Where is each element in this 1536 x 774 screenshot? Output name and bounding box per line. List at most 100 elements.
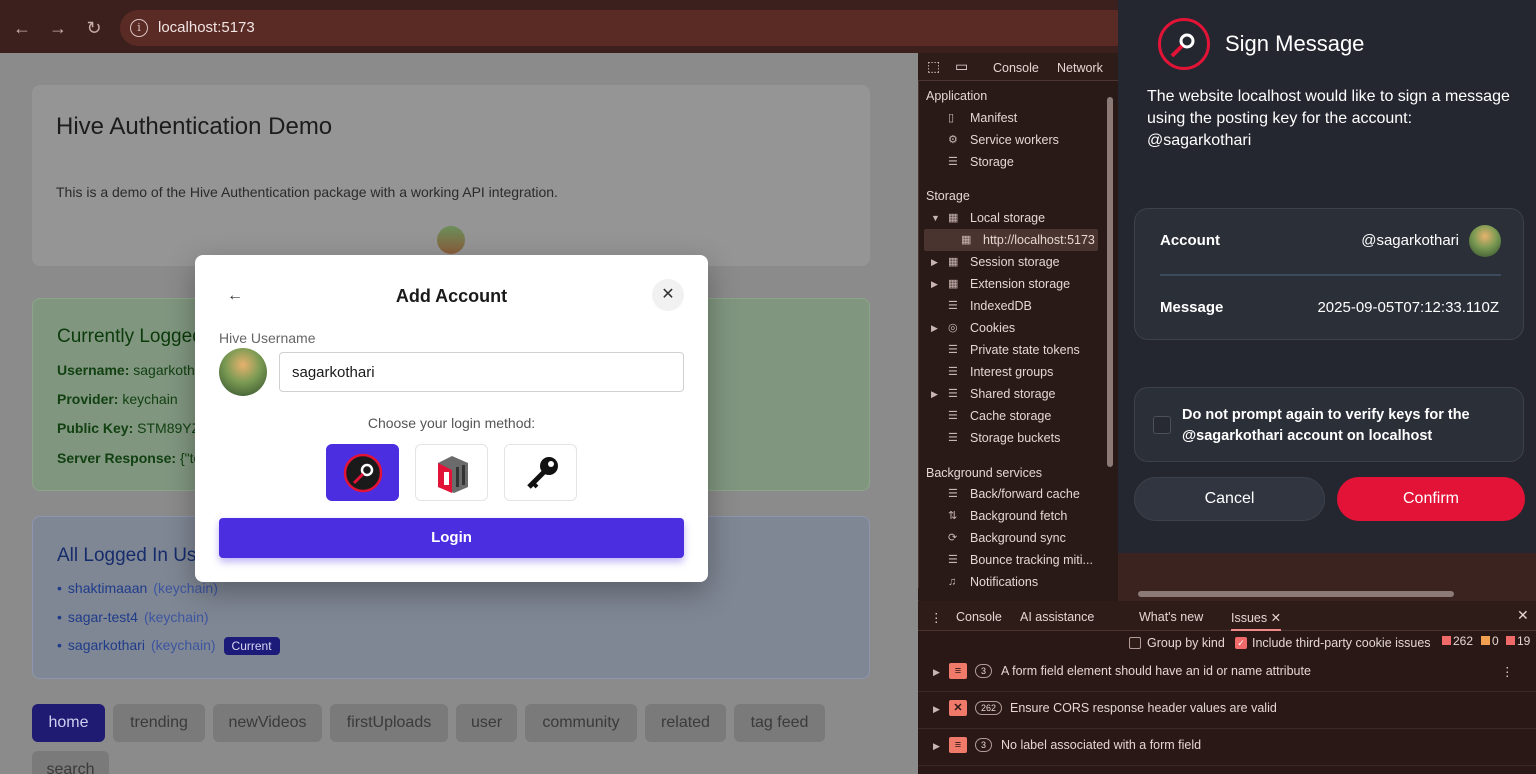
divider <box>1160 274 1501 276</box>
no-prompt-checkbox[interactable] <box>1153 416 1171 434</box>
list-item[interactable]: • sagarkothari (keychain) Current <box>57 637 280 655</box>
sidebar-item-background-fetch[interactable]: Background fetch <box>970 509 1067 523</box>
arrows-icon: ⇅ <box>948 510 958 522</box>
database-icon: ☰ <box>948 156 958 168</box>
sidebar-item-local-storage[interactable]: Local storage <box>970 211 1045 225</box>
sidebar-item-bounce-tracking[interactable]: Bounce tracking miti... <box>970 553 1093 567</box>
sidebar-item-bfcache[interactable]: Back/forward cache <box>970 487 1080 501</box>
inspect-icon[interactable]: ⬚ <box>927 58 940 75</box>
database-icon: ☰ <box>948 488 958 500</box>
horizontal-scrollbar[interactable] <box>918 588 1454 600</box>
more-icon[interactable]: ⋮ <box>1501 664 1514 679</box>
info-count: 19 <box>1506 634 1530 648</box>
application-heading: Application <box>926 89 988 103</box>
sidebar-item-cookies[interactable]: Cookies <box>970 321 1015 335</box>
group-by-kind-checkbox[interactable] <box>1129 637 1141 649</box>
tab-network[interactable]: Network <box>1057 61 1103 75</box>
database-icon: ☰ <box>948 344 958 356</box>
tab-tag-feed[interactable]: tag feed <box>734 704 825 742</box>
tab-search[interactable]: search <box>32 751 109 774</box>
issue-count: 3 <box>975 738 993 752</box>
close-button[interactable]: ✕ <box>652 279 684 311</box>
expand-arrow-icon[interactable]: ▶ <box>933 704 940 715</box>
sidebar-item-interest-groups[interactable]: Interest groups <box>970 365 1053 379</box>
sidebar-item-storage-buckets[interactable]: Storage buckets <box>970 431 1060 445</box>
table-icon: ▦ <box>948 212 959 224</box>
more-icon[interactable]: ⋮ <box>930 610 943 625</box>
collapsed-arrow-icon[interactable]: ▶ <box>931 257 938 268</box>
no-prompt-label: Do not prompt again to verify keys for t… <box>1182 407 1470 444</box>
tab-newvideos[interactable]: newVideos <box>213 704 322 742</box>
message-value: 2025-09-05T07:12:33.110Z <box>1317 299 1499 316</box>
sidebar-item-indexeddb[interactable]: IndexedDB <box>970 299 1032 313</box>
drawer-tab-whats-new[interactable]: What's new <box>1139 610 1203 624</box>
sidebar-item-service-workers[interactable]: Service workers <box>970 133 1059 147</box>
avatar[interactable] <box>437 226 465 254</box>
address-bar[interactable]: i localhost:5173 <box>120 10 1120 46</box>
database-icon: ☰ <box>948 366 958 378</box>
cancel-button[interactable]: Cancel <box>1134 477 1325 521</box>
file-icon: ▯ <box>948 112 955 124</box>
scrollbar-thumb[interactable] <box>1138 591 1454 597</box>
device-toolbar-icon[interactable]: ▭ <box>955 58 968 75</box>
sidebar-item-background-sync[interactable]: Background sync <box>970 531 1066 545</box>
drawer-tab-console[interactable]: Console <box>956 610 1002 624</box>
background-services-heading: Background services <box>926 466 1043 480</box>
username-label: Hive Username <box>219 330 316 346</box>
database-icon: ☰ <box>948 432 958 444</box>
issue-text: A form field element should have an id o… <box>1001 664 1311 678</box>
site-info-icon[interactable]: i <box>130 19 148 37</box>
page-title: Hive Authentication Demo <box>56 113 333 140</box>
account-label: Account <box>1160 232 1220 249</box>
sidebar-item-localhost[interactable]: http://localhost:5173 <box>983 233 1095 247</box>
expanded-arrow-icon[interactable]: ▼ <box>931 213 940 223</box>
tab-trending[interactable]: trending <box>113 704 205 742</box>
sidebar-item-storage[interactable]: Storage <box>970 155 1014 169</box>
sidebar-item-shared-storage[interactable]: Shared storage <box>970 387 1055 401</box>
list-item[interactable]: • sagar-test4 (keychain) <box>57 609 209 625</box>
keychain-method-button[interactable] <box>326 444 399 501</box>
drawer-tab-issues[interactable]: Issues ✕ <box>1231 610 1282 631</box>
tab-community[interactable]: community <box>525 704 637 742</box>
privatekey-method-button[interactable] <box>504 444 577 501</box>
forward-icon[interactable]: → <box>46 16 70 40</box>
close-drawer-icon[interactable]: ✕ <box>1517 607 1529 624</box>
table-icon: ▦ <box>948 278 959 290</box>
tab-user[interactable]: user <box>456 704 517 742</box>
vertical-scrollbar[interactable] <box>1106 83 1114 593</box>
sidebar-item-session-storage[interactable]: Session storage <box>970 255 1060 269</box>
issue-row[interactable]: ▶ ≡ 3 No label associated with a form fi… <box>918 729 1536 766</box>
sidebar-item-notifications[interactable]: Notifications <box>970 575 1038 589</box>
response-row: Server Response: {"to <box>57 450 202 466</box>
avatar <box>219 348 267 396</box>
hiveauth-method-button[interactable] <box>415 444 488 501</box>
bell-icon: ♫ <box>948 576 957 588</box>
sidebar-item-manifest[interactable]: Manifest <box>970 111 1017 125</box>
username-input[interactable] <box>279 352 684 392</box>
tab-firstuploads[interactable]: firstUploads <box>330 704 448 742</box>
sync-icon: ⟳ <box>948 532 958 544</box>
list-item[interactable]: • shaktimaaan (keychain) <box>57 580 218 596</box>
collapsed-arrow-icon[interactable]: ▶ <box>931 279 938 290</box>
issue-row[interactable]: ▶ ✕ 262 Ensure CORS response header valu… <box>918 692 1536 729</box>
tab-related[interactable]: related <box>645 704 726 742</box>
third-party-checkbox[interactable]: ✓ <box>1235 637 1247 649</box>
reload-icon[interactable]: ↻ <box>82 16 106 40</box>
tab-home[interactable]: home <box>32 704 105 742</box>
sidebar-item-private-state-tokens[interactable]: Private state tokens <box>970 343 1080 357</box>
issue-text: No label associated with a form field <box>1001 738 1202 752</box>
tab-console[interactable]: Console <box>993 61 1039 75</box>
database-icon: ☰ <box>948 554 958 566</box>
drawer-tab-ai-assistance[interactable]: AI assistance <box>1020 610 1094 624</box>
expand-arrow-icon[interactable]: ▶ <box>933 741 940 752</box>
collapsed-arrow-icon[interactable]: ▶ <box>931 389 938 400</box>
issue-row[interactable]: ▶ ≡ 3 A form field element should have a… <box>918 655 1536 692</box>
scrollbar-thumb[interactable] <box>1107 97 1113 467</box>
sidebar-item-cache-storage[interactable]: Cache storage <box>970 409 1051 423</box>
collapsed-arrow-icon[interactable]: ▶ <box>931 323 938 334</box>
sidebar-item-extension-storage[interactable]: Extension storage <box>970 277 1070 291</box>
back-icon[interactable]: ← <box>10 16 34 40</box>
expand-arrow-icon[interactable]: ▶ <box>933 667 940 678</box>
confirm-button[interactable]: Confirm <box>1337 477 1525 521</box>
login-button[interactable]: Login <box>219 518 684 558</box>
